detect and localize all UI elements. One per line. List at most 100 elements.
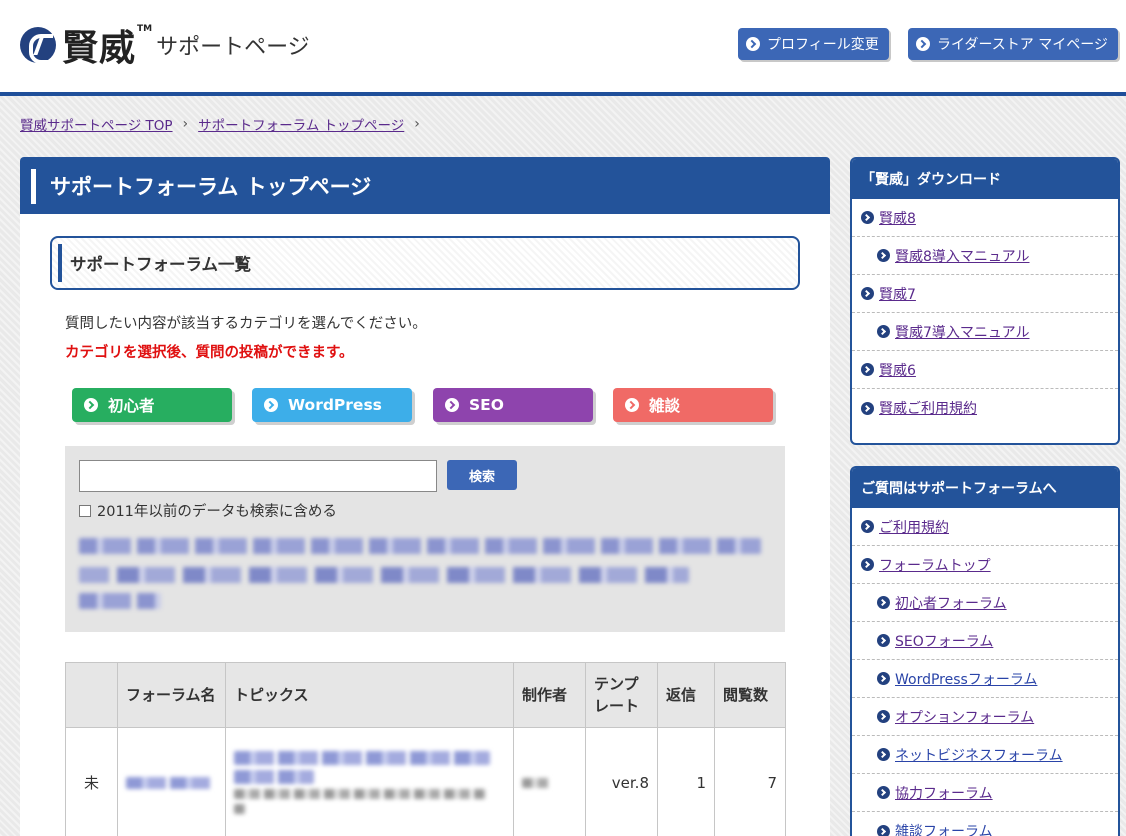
include-old-data-checkbox[interactable]: 2011年以前のデータも検索に含める [79, 500, 337, 521]
sidebar-link[interactable]: 賢威ご利用規約 [879, 398, 977, 418]
profile-change-button[interactable]: プロフィール変更 [738, 28, 889, 60]
category-seo-button[interactable]: SEO [433, 388, 593, 422]
search-panel: 検索 2011年以前のデータも検索に含める [65, 446, 785, 632]
rider-store-mypage-label: ライダーストア マイページ [937, 37, 1108, 53]
sidebar-link[interactable]: ネットビジネスフォーラム [895, 745, 1063, 765]
sidebar-item-keni8[interactable]: 賢威8 [852, 199, 1118, 237]
chevron-right-icon [877, 748, 890, 761]
breadcrumb-link-forum-top[interactable]: サポートフォーラム トップページ [198, 114, 404, 134]
blurred-author [522, 777, 550, 788]
chevron-right-icon [877, 786, 890, 799]
sidebar-forum-box: ご質問はサポートフォーラムへ ご利用規約 フォーラムトップ 初心者フォーラム S… [850, 466, 1120, 836]
page-title: サポートフォーラム トップページ [20, 157, 830, 214]
site-logo[interactable]: 賢威 TM サポートページ [20, 22, 310, 69]
sidebar-item-usage-terms[interactable]: ご利用規約 [852, 508, 1118, 546]
category-label: 雑談 [649, 397, 681, 415]
sidebar-item-netbusiness-forum[interactable]: ネットビジネスフォーラム [852, 736, 1118, 774]
sidebar-link[interactable]: SEOフォーラム [895, 631, 993, 651]
category-wordpress-button[interactable]: WordPress [252, 388, 412, 422]
search-button[interactable]: 検索 [447, 460, 517, 490]
sidebar-item-option-forum[interactable]: オプションフォーラム [852, 698, 1118, 736]
chevron-right-icon [861, 520, 874, 533]
table-row: 未 ver.8 1 7 [65, 727, 786, 836]
row-replies: 1 [657, 727, 715, 836]
sidebar-link[interactable]: ご利用規約 [879, 517, 949, 537]
section-title: サポートフォーラム一覧 [50, 236, 800, 290]
profile-change-label: プロフィール変更 [767, 37, 879, 53]
row-views: 7 [714, 727, 786, 836]
column-header-template: テンプレート [585, 662, 658, 728]
category-chat-button[interactable]: 雑談 [613, 388, 773, 422]
sidebar-item-cooperation-forum[interactable]: 協力フォーラム [852, 774, 1118, 812]
row-status: 未 [65, 727, 118, 836]
search-input[interactable] [79, 460, 437, 492]
sidebar-link[interactable]: 賢威8 [879, 208, 916, 228]
breadcrumb: 賢威サポートページ TOP › サポートフォーラム トップページ › [20, 114, 430, 134]
chevron-right-icon [916, 37, 930, 51]
sidebar-download-box: 「賢威」ダウンロード 賢威8 賢威8導入マニュアル 賢威7 賢威7導入マニュアル… [850, 157, 1120, 445]
chevron-right-icon [861, 401, 874, 415]
sidebar-item-keni7-manual[interactable]: 賢威7導入マニュアル [852, 313, 1118, 351]
sidebar-item-terms[interactable]: 賢威ご利用規約 [852, 389, 1118, 427]
sidebar-link[interactable]: 賢威7 [879, 284, 916, 304]
chevron-right-icon [625, 398, 639, 412]
chevron-right-icon [861, 211, 874, 224]
rider-store-mypage-button[interactable]: ライダーストア マイページ [908, 28, 1118, 60]
chevron-right-icon [877, 824, 890, 836]
blurred-topic-title [234, 751, 490, 765]
sidebar-item-beginner-forum[interactable]: 初心者フォーラム [852, 584, 1118, 622]
column-header-author: 制作者 [513, 662, 586, 728]
sidebar-item-keni7[interactable]: 賢威7 [852, 275, 1118, 313]
breadcrumb-separator: › [414, 116, 420, 132]
chevron-right-icon [861, 558, 874, 571]
category-label: 初心者 [108, 397, 155, 415]
sidebar-download-title: 「賢威」ダウンロード [852, 159, 1118, 199]
table-header-row: フォーラム名 トピックス 制作者 テンプレート 返信 閲覧数 [65, 662, 786, 728]
include-old-data-label: 2011年以前のデータも検索に含める [97, 504, 337, 520]
row-forum-name[interactable] [117, 727, 226, 836]
blurred-text [79, 567, 689, 583]
logo-kanji: 賢威 [62, 27, 137, 69]
sidebar-item-keni6[interactable]: 賢威6 [852, 351, 1118, 389]
checkbox-icon[interactable] [79, 504, 91, 517]
sidebar-item-keni8-manual[interactable]: 賢威8導入マニュアル [852, 237, 1118, 275]
row-topic[interactable] [225, 727, 514, 836]
category-label: WordPress [288, 396, 382, 414]
sidebar-link[interactable]: 賢威6 [879, 360, 916, 380]
column-header-replies: 返信 [657, 662, 715, 728]
chevron-right-icon [746, 37, 760, 51]
sidebar-link[interactable]: WordPressフォーラム [895, 669, 1037, 689]
sidebar-link[interactable]: 賢威8導入マニュアル [895, 246, 1030, 266]
chevron-right-icon [877, 710, 890, 723]
site-header: 賢威 TM サポートページ プロフィール変更 ライダーストア マイページ [0, 0, 1126, 96]
sidebar-link[interactable]: 初心者フォーラム [895, 593, 1007, 613]
logo-mark-icon [20, 27, 56, 64]
sidebar-item-wordpress-forum[interactable]: WordPressフォーラム [852, 660, 1118, 698]
sidebar-link[interactable]: オプションフォーラム [895, 707, 1034, 727]
notice-text: カテゴリを選択後、質問の投稿ができます。 [65, 345, 354, 361]
chevron-right-icon [877, 249, 890, 262]
sidebar-link[interactable]: フォーラムトップ [879, 555, 991, 575]
blurred-text [79, 593, 161, 609]
sidebar-link[interactable]: 協力フォーラム [895, 783, 993, 803]
chevron-right-icon [877, 634, 890, 647]
breadcrumb-link-top[interactable]: 賢威サポートページ TOP [20, 114, 173, 134]
chevron-right-icon [877, 672, 890, 685]
main-content: サポートフォーラム トップページ サポートフォーラム一覧 質問したい内容が該当す… [20, 157, 830, 836]
blurred-topic-excerpt [234, 804, 246, 814]
chevron-right-icon [445, 398, 459, 412]
blurred-topic-excerpt [234, 789, 486, 799]
chevron-right-icon [84, 398, 98, 412]
sidebar-item-forum-top[interactable]: フォーラムトップ [852, 546, 1118, 584]
blurred-forum-name [126, 776, 212, 789]
sidebar-item-chat-forum[interactable]: 雑談フォーラム [852, 812, 1118, 836]
chevron-right-icon [861, 287, 874, 300]
column-header-views: 閲覧数 [714, 662, 786, 728]
column-header-topics: トピックス [225, 662, 514, 728]
sidebar-item-seo-forum[interactable]: SEOフォーラム [852, 622, 1118, 660]
category-beginner-button[interactable]: 初心者 [72, 388, 232, 422]
sidebar-forum-title: ご質問はサポートフォーラムへ [852, 468, 1118, 508]
category-label: SEO [469, 396, 504, 414]
sidebar-link[interactable]: 雑談フォーラム [895, 821, 993, 836]
sidebar-link[interactable]: 賢威7導入マニュアル [895, 322, 1030, 342]
